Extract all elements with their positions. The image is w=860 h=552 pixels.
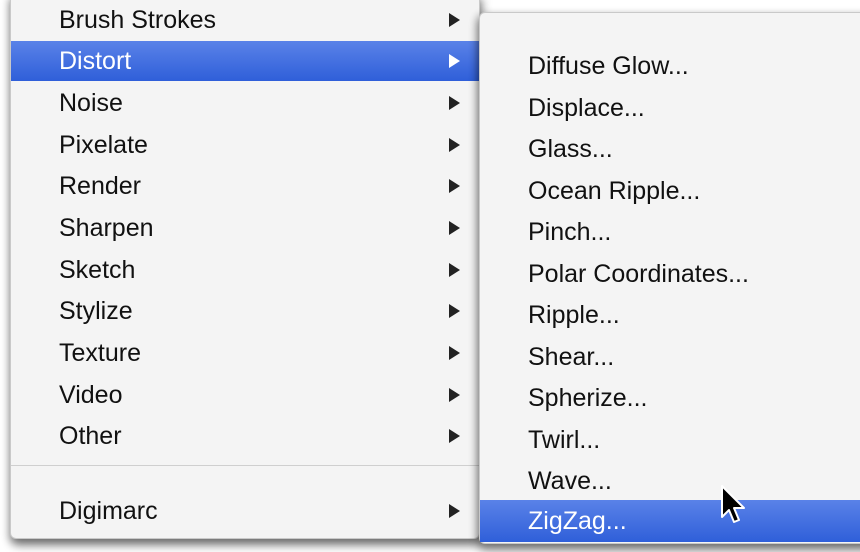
submenu-item-label: Displace... (528, 94, 645, 122)
menu-item-video[interactable]: Video (11, 375, 479, 415)
menu-item-label: Distort (59, 47, 132, 75)
menu-item-other[interactable]: Other (11, 416, 479, 456)
submenu-item-zigzag[interactable]: ZigZag... (480, 500, 860, 542)
menu-item-label: Other (59, 422, 122, 450)
submenu-arrow-icon (449, 96, 460, 110)
submenu-item-label: Twirl... (528, 426, 601, 454)
menu-item-label: Sketch (59, 256, 136, 284)
distort-submenu: Diffuse Glow... Displace... Glass... Oce… (479, 12, 860, 544)
submenu-item-label: Glass... (528, 135, 613, 163)
submenu-item-label: Shear... (528, 343, 615, 371)
submenu-item-twirl[interactable]: Twirl... (480, 419, 860, 461)
menu-item-label: Digimarc (59, 497, 158, 525)
submenu-arrow-icon (449, 54, 460, 68)
submenu-item-label: Spherize... (528, 384, 648, 412)
submenu-item-label: Ocean Ripple... (528, 177, 701, 205)
submenu-item-pinch[interactable]: Pinch... (480, 211, 860, 253)
menu-item-label: Brush Strokes (59, 6, 217, 34)
menu-item-noise[interactable]: Noise (11, 83, 479, 123)
menu-item-label: Pixelate (59, 131, 148, 159)
menu-item-stylize[interactable]: Stylize (11, 291, 479, 331)
menu-item-label: Stylize (59, 297, 133, 325)
submenu-item-label: ZigZag... (528, 507, 627, 535)
menu-item-label: Render (59, 172, 141, 200)
menu-item-pixelate[interactable]: Pixelate (11, 125, 479, 165)
filter-menu: Brush Strokes Distort Noise Pixelate Ren… (10, 0, 480, 539)
submenu-item-diffuse-glow[interactable]: Diffuse Glow... (480, 45, 860, 87)
submenu-arrow-icon (449, 263, 460, 277)
submenu-item-wave[interactable]: Wave... (480, 460, 860, 502)
submenu-arrow-icon (449, 388, 460, 402)
menu-separator (11, 465, 479, 466)
menu-item-digimarc[interactable]: Digimarc (11, 491, 479, 531)
menu-item-distort[interactable]: Distort (11, 41, 479, 81)
submenu-item-ripple[interactable]: Ripple... (480, 294, 860, 336)
submenu-arrow-icon (449, 179, 460, 193)
submenu-item-shear[interactable]: Shear... (480, 336, 860, 378)
submenu-arrow-icon (449, 429, 460, 443)
screen: Brush Strokes Distort Noise Pixelate Ren… (0, 0, 860, 552)
menu-item-label: Noise (59, 89, 123, 117)
menu-item-label: Sharpen (59, 214, 154, 242)
submenu-item-label: Ripple... (528, 301, 620, 329)
submenu-arrow-icon (449, 138, 460, 152)
submenu-item-label: Wave... (528, 467, 612, 495)
submenu-item-label: Pinch... (528, 218, 612, 246)
menu-item-render[interactable]: Render (11, 166, 479, 206)
submenu-item-displace[interactable]: Displace... (480, 87, 860, 129)
submenu-arrow-icon (449, 13, 460, 27)
mouse-pointer-icon (721, 485, 745, 523)
submenu-item-glass[interactable]: Glass... (480, 128, 860, 170)
submenu-item-label: Polar Coordinates... (528, 260, 749, 288)
submenu-arrow-icon (449, 504, 460, 518)
menu-item-label: Video (59, 381, 123, 409)
menu-item-sharpen[interactable]: Sharpen (11, 208, 479, 248)
submenu-item-spherize[interactable]: Spherize... (480, 377, 860, 419)
menu-item-brush-strokes[interactable]: Brush Strokes (11, 0, 479, 40)
submenu-arrow-icon (449, 304, 460, 318)
menu-item-label: Texture (59, 339, 141, 367)
menu-item-sketch[interactable]: Sketch (11, 250, 479, 290)
submenu-arrow-icon (449, 221, 460, 235)
submenu-item-polar-coordinates[interactable]: Polar Coordinates... (480, 253, 860, 295)
menu-item-texture[interactable]: Texture (11, 333, 479, 373)
submenu-arrow-icon (449, 346, 460, 360)
submenu-item-ocean-ripple[interactable]: Ocean Ripple... (480, 170, 860, 212)
submenu-item-label: Diffuse Glow... (528, 52, 689, 80)
